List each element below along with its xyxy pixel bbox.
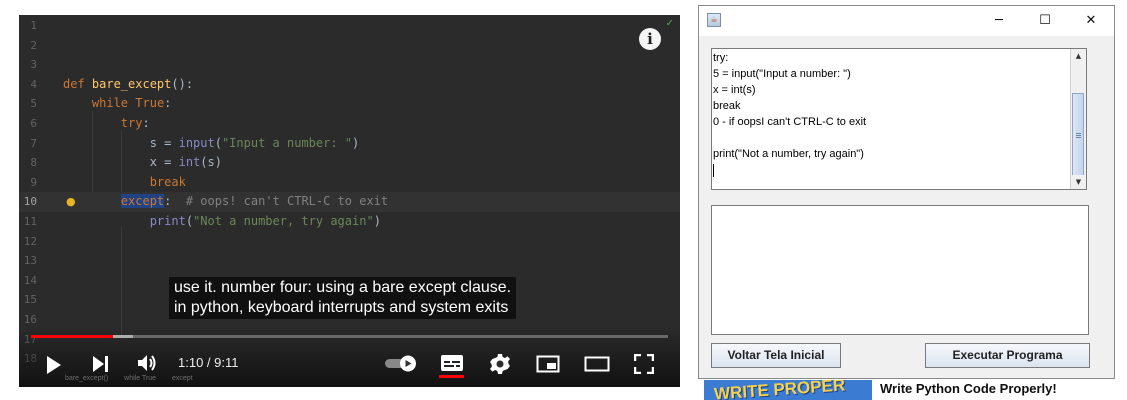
code-line: 11 print("Not a number, try again") [19,212,680,232]
progress-played [31,335,113,338]
theater-icon[interactable] [584,356,610,372]
subtitles-icon[interactable] [440,354,464,372]
thumbnail-text: WRITE PROPER [713,380,846,400]
line-number: 9 [30,175,37,189]
code-text: try: 5 = input("Input a number: ") x = int… [712,49,1086,189]
line-number: 3 [30,58,37,72]
code-text: print("Not a number, try again") [149,214,381,228]
info-button[interactable]: i [639,28,661,50]
code-line: 8 x = int(s) [19,153,680,173]
breadcrumb-item: bare_except() [65,375,109,382]
video-player[interactable]: 1 2 3 4 def bare_except(): 5 while True: 6 try… [19,15,680,387]
scrollbar-thumb[interactable] [1072,93,1084,177]
settings-icon[interactable] [489,353,511,375]
line-number: 7 [30,136,37,150]
code-text-line [712,162,1086,178]
code-line: 12 [19,232,680,252]
minimize-button[interactable]: ─ [976,6,1022,36]
code-line: 13 [19,251,680,271]
code-text: break [149,174,186,189]
next-icon[interactable] [91,355,111,373]
line-number: 14 [23,273,37,287]
output-area[interactable] [711,205,1089,335]
volume-icon[interactable] [136,353,158,373]
code-text: try: [120,116,150,130]
java-app-icon: ☕ [707,13,721,27]
code-input-area[interactable]: try: 5 = input("Input a number: ") x = int… [711,48,1087,190]
breadcrumb-item: except [172,375,193,382]
code-text: x = int(s) [63,155,222,170]
line-number: 13 [23,254,37,268]
code-text: while True: [91,96,172,111]
run-program-button[interactable]: Executar Programa [925,343,1090,368]
code-text-line: x = int(s) [713,84,756,96]
line-number: 5 [30,97,37,111]
code-line: 2 [19,36,680,56]
caption-line: in python, keyboard interrupts and syste… [174,299,509,316]
caption-line: use it. number four: using a bare except… [174,279,512,296]
recommended-video-thumbnail[interactable]: WRITE PROPER [704,380,872,400]
window-titlebar[interactable]: ☕ ─ ☐ ✕ [699,6,1114,36]
code-text-line [712,130,1086,146]
lightbulb-icon: ● [66,195,76,208]
line-number: 2 [30,38,37,52]
code-line: 4 def bare_except(): [19,75,680,95]
progress-bar[interactable] [31,335,668,338]
line-number: 8 [30,156,37,170]
code-text-line: break [713,100,741,112]
scroll-up-arrow-icon[interactable]: ▲ [1071,49,1086,63]
miniplayer-icon[interactable] [536,355,560,373]
line-number: 6 [30,117,37,130]
code-line: 6 try: [19,114,680,134]
subtitles-active-indicator [439,375,464,378]
play-icon[interactable] [45,355,63,375]
line-number: 11 [23,215,37,228]
code-text: def bare_except(): [63,76,194,91]
editor-breadcrumbs: bare_except() while True except [65,375,207,382]
line-number: 4 [30,77,37,91]
scroll-down-arrow-icon[interactable]: ▼ [1071,175,1086,189]
code-text-line: print("Not a number, try again") [713,148,864,160]
vertical-scrollbar[interactable]: ▲ ▼ [1070,49,1086,189]
code-text: except: # oops! can't CTRL-C to exit [120,194,389,209]
code-line: 1 [19,16,680,36]
autoplay-toggle-icon[interactable] [384,353,420,373]
maximize-button[interactable]: ☐ [1022,6,1068,36]
code-text-line: 5 = input("Input a number: ") [713,68,851,80]
code-line: 3 [19,55,680,75]
code-line: 9 break [19,173,680,193]
breadcrumb-item: while True [124,375,157,382]
line-number: 1 [30,19,37,32]
line-number: 10 [23,195,37,209]
code-line: 5 while True: [19,94,680,114]
back-to-home-button[interactable]: Voltar Tela Inicial [711,343,841,368]
recommended-video-title[interactable]: Write Python Code Properly! [880,381,1057,396]
line-number: 12 [23,234,37,248]
line-number: 15 [23,293,37,307]
code-line: 10 except: # oops! can't CTRL-C to exit [19,192,680,212]
code-text-line: try: [713,52,729,64]
java-app-window: ☕ ─ ☐ ✕ try: 5 = input("Input a number: "… [698,5,1115,379]
time-display: 1:10 / 9:11 [178,355,239,370]
close-button[interactable]: ✕ [1068,6,1114,36]
code-text-line [712,178,1086,189]
code-text-line: 0 - if oopsI can't CTRL-C to exit [713,116,867,128]
code-text: s = input("Input a number: ") [63,135,360,150]
code-line: 7 s = input("Input a number: ") [19,134,680,154]
check-icon: ✓ [665,18,674,29]
fullscreen-icon[interactable] [634,354,654,374]
video-captions: use it. number four: using a bare except… [169,277,517,319]
